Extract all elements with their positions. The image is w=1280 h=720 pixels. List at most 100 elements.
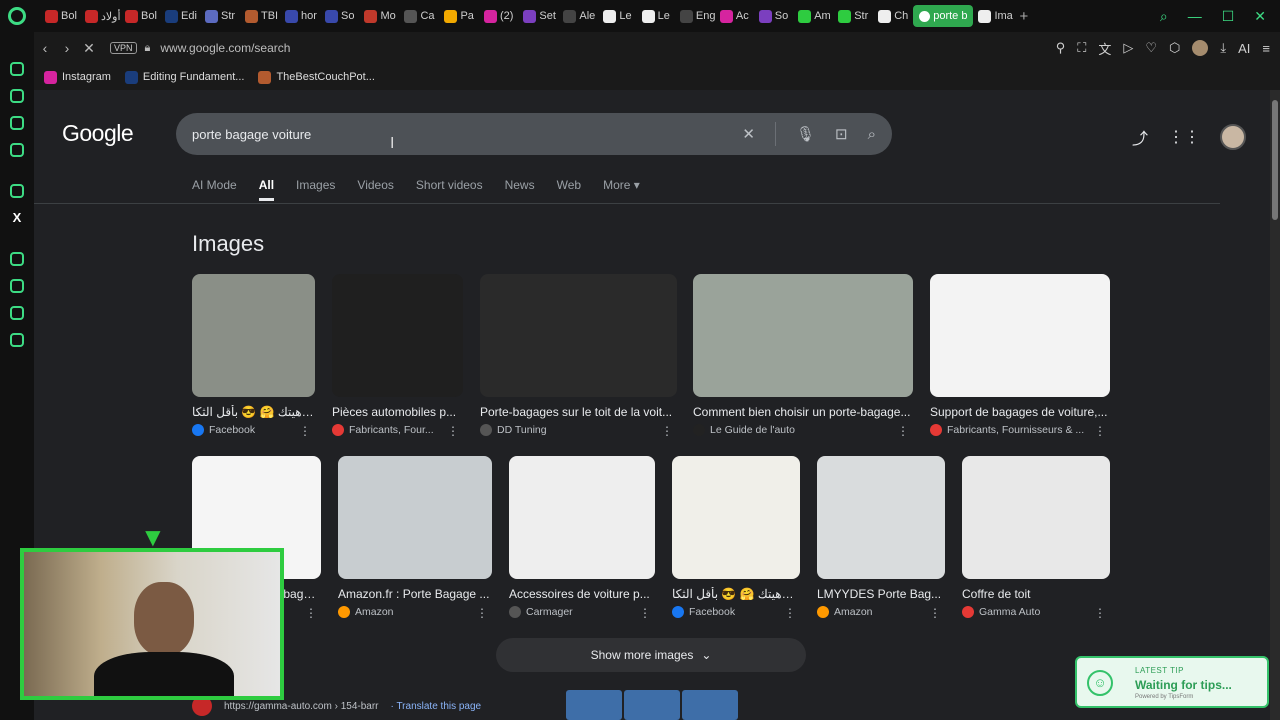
image-title[interactable]: ال كرهيتك 🤗 😎 بأقل الثكا...: [192, 405, 315, 419]
share-icon[interactable]: ⤴: [1132, 125, 1148, 149]
image-source[interactable]: Amazon ⋮: [817, 606, 945, 620]
minimize-icon[interactable]: —: [1188, 8, 1202, 24]
more-options-icon[interactable]: ⋮: [299, 424, 311, 438]
bookmark-couchpot[interactable]: TheBestCouchPot...: [258, 70, 375, 84]
menu-icon[interactable]: ≡: [1262, 41, 1270, 56]
image-thumbnail[interactable]: [192, 274, 315, 397]
sidebar-tab-islands-icon[interactable]: [10, 116, 24, 130]
image-result[interactable]: Coffre de toit Gamma Auto ⋮: [962, 456, 1110, 620]
lens-icon[interactable]: ⊡: [835, 125, 848, 143]
heart-icon[interactable]: ♡: [1145, 40, 1157, 56]
tab-item[interactable]: Am: [793, 5, 833, 27]
filter-short-videos[interactable]: Short videos: [416, 178, 483, 201]
image-result[interactable]: Comment bien choisir un porte-bagage... L…: [693, 274, 913, 438]
tab-item[interactable]: Str: [833, 5, 873, 27]
more-options-icon[interactable]: ⋮: [1094, 606, 1106, 620]
sidebar-map-icon[interactable]: [10, 279, 24, 293]
opera-logo-icon[interactable]: [8, 7, 26, 25]
search-tabs-icon[interactable]: ⌕: [1160, 8, 1168, 25]
more-options-icon[interactable]: ⋮: [784, 606, 796, 620]
image-thumbnail[interactable]: [338, 456, 492, 579]
sidebar-chatgpt-icon[interactable]: [10, 62, 24, 76]
ai-button[interactable]: AI: [1238, 41, 1250, 56]
maximize-icon[interactable]: ☐: [1222, 8, 1235, 25]
tab-item[interactable]: Bol: [120, 5, 160, 27]
sidebar-wallet-icon[interactable]: [10, 333, 24, 347]
tab-item[interactable]: Le: [637, 5, 675, 27]
image-result[interactable]: Amazon.fr : Porte Bagage ... Amazon ⋮: [338, 456, 492, 620]
search-input[interactable]: [192, 126, 712, 142]
more-options-icon[interactable]: ⋮: [1094, 424, 1106, 438]
back-icon[interactable]: ‹: [34, 40, 56, 56]
filter-news[interactable]: News: [505, 178, 535, 201]
image-title[interactable]: ال كرهيتك 🤗 😎 بأقل الثكا...: [672, 587, 800, 601]
filter-all[interactable]: All: [258, 178, 275, 201]
clear-icon[interactable]: ✕: [742, 125, 755, 143]
lock-icon[interactable]: 🔒︎: [145, 42, 151, 55]
tab-images[interactable]: Ima: [973, 5, 1013, 27]
image-thumbnail[interactable]: [962, 456, 1110, 579]
filter-web[interactable]: Web: [557, 178, 581, 201]
image-title[interactable]: Comment bien choisir un porte-bagage...: [693, 405, 913, 419]
tab-item[interactable]: Pa: [439, 5, 478, 27]
account-avatar[interactable]: [1220, 124, 1246, 150]
image-result[interactable]: ال كرهيتك 🤗 😎 بأقل الثكا... Facebook⋮: [192, 274, 315, 438]
image-thumbnail[interactable]: [672, 456, 800, 579]
microphone-icon[interactable]: 🎙︎: [796, 125, 815, 143]
more-options-icon[interactable]: ⋮: [447, 424, 459, 438]
tab-item[interactable]: Edi: [160, 5, 200, 27]
sidebar-player-icon[interactable]: [10, 252, 24, 266]
url-text[interactable]: www.google.com/search: [160, 41, 290, 55]
apps-grid-icon[interactable]: ⋮⋮: [1168, 127, 1200, 147]
tab-item[interactable]: hor: [280, 5, 320, 27]
translate-link[interactable]: · Translate this page: [391, 701, 482, 712]
play-icon[interactable]: ▷: [1123, 40, 1133, 56]
tab-item[interactable]: Mo: [359, 5, 399, 27]
image-source[interactable]: Facebook ⋮: [672, 606, 800, 620]
extensions-icon[interactable]: ⬡: [1169, 40, 1180, 56]
sidebar-aria-icon[interactable]: [10, 89, 24, 103]
bookmark-instagram[interactable]: Instagram: [44, 70, 111, 84]
image-thumbnail[interactable]: [480, 274, 677, 397]
image-source[interactable]: DD Tuning ⋮: [480, 424, 677, 438]
result-url[interactable]: https://gamma-auto.com › 154-barr: [224, 701, 379, 712]
more-options-icon[interactable]: ⋮: [661, 424, 673, 438]
show-more-images-button[interactable]: Show more images ⌄: [496, 638, 806, 672]
tab-item[interactable]: (2): [479, 5, 518, 27]
filter-more[interactable]: More ▾: [603, 178, 640, 201]
bookmark-editing[interactable]: Editing Fundament...: [124, 70, 244, 84]
stop-loading-icon[interactable]: ✕: [78, 40, 100, 57]
tab-active[interactable]: porte b: [913, 5, 974, 27]
close-window-icon[interactable]: ✕: [1254, 8, 1266, 25]
translate-icon[interactable]: 文: [1098, 39, 1111, 58]
image-source[interactable]: Gamma Auto ⋮: [962, 606, 1110, 620]
filter-images[interactable]: Images: [296, 178, 335, 201]
image-result[interactable]: Accessoires de voiture p... Carmager ⋮: [509, 456, 655, 620]
image-source[interactable]: Fabricants, Fournisseurs & ... ⋮: [930, 424, 1110, 438]
tab-item[interactable]: So: [320, 5, 359, 27]
tab-item[interactable]: So: [754, 5, 793, 27]
image-source[interactable]: Facebook ⋮: [192, 424, 315, 438]
search-icon[interactable]: ⌕: [868, 126, 876, 143]
tab-item[interactable]: Bol: [40, 5, 80, 27]
profile-avatar[interactable]: [1192, 40, 1209, 56]
tab-item[interactable]: Ale: [558, 5, 598, 27]
tab-item[interactable]: TBI: [240, 5, 280, 27]
more-options-icon[interactable]: ⋮: [639, 606, 651, 620]
tab-item[interactable]: Ch: [873, 5, 913, 27]
more-options-icon[interactable]: ⋮: [476, 606, 488, 620]
more-options-icon[interactable]: ⋮: [897, 424, 909, 438]
result-thumbnail[interactable]: [624, 690, 680, 720]
tab-item[interactable]: أولاد: [80, 5, 120, 27]
image-source[interactable]: Le Guide de l'auto ⋮: [693, 424, 913, 438]
image-result[interactable]: Support de bagages de voiture,... Fabrica…: [930, 274, 1110, 438]
snapshot-icon[interactable]: ⛶: [1077, 40, 1086, 56]
tab-item[interactable]: Ac: [715, 5, 754, 27]
new-tab-button[interactable]: +: [1013, 8, 1034, 25]
tab-item[interactable]: Str: [200, 5, 240, 27]
image-title[interactable]: Coffre de toit: [962, 587, 1110, 601]
filter-ai-mode[interactable]: AI Mode: [192, 178, 237, 201]
scrollbar[interactable]: [1270, 90, 1280, 720]
tab-item[interactable]: Set: [518, 5, 558, 27]
image-title[interactable]: Porte-bagages sur le toit de la voit...: [480, 405, 677, 419]
